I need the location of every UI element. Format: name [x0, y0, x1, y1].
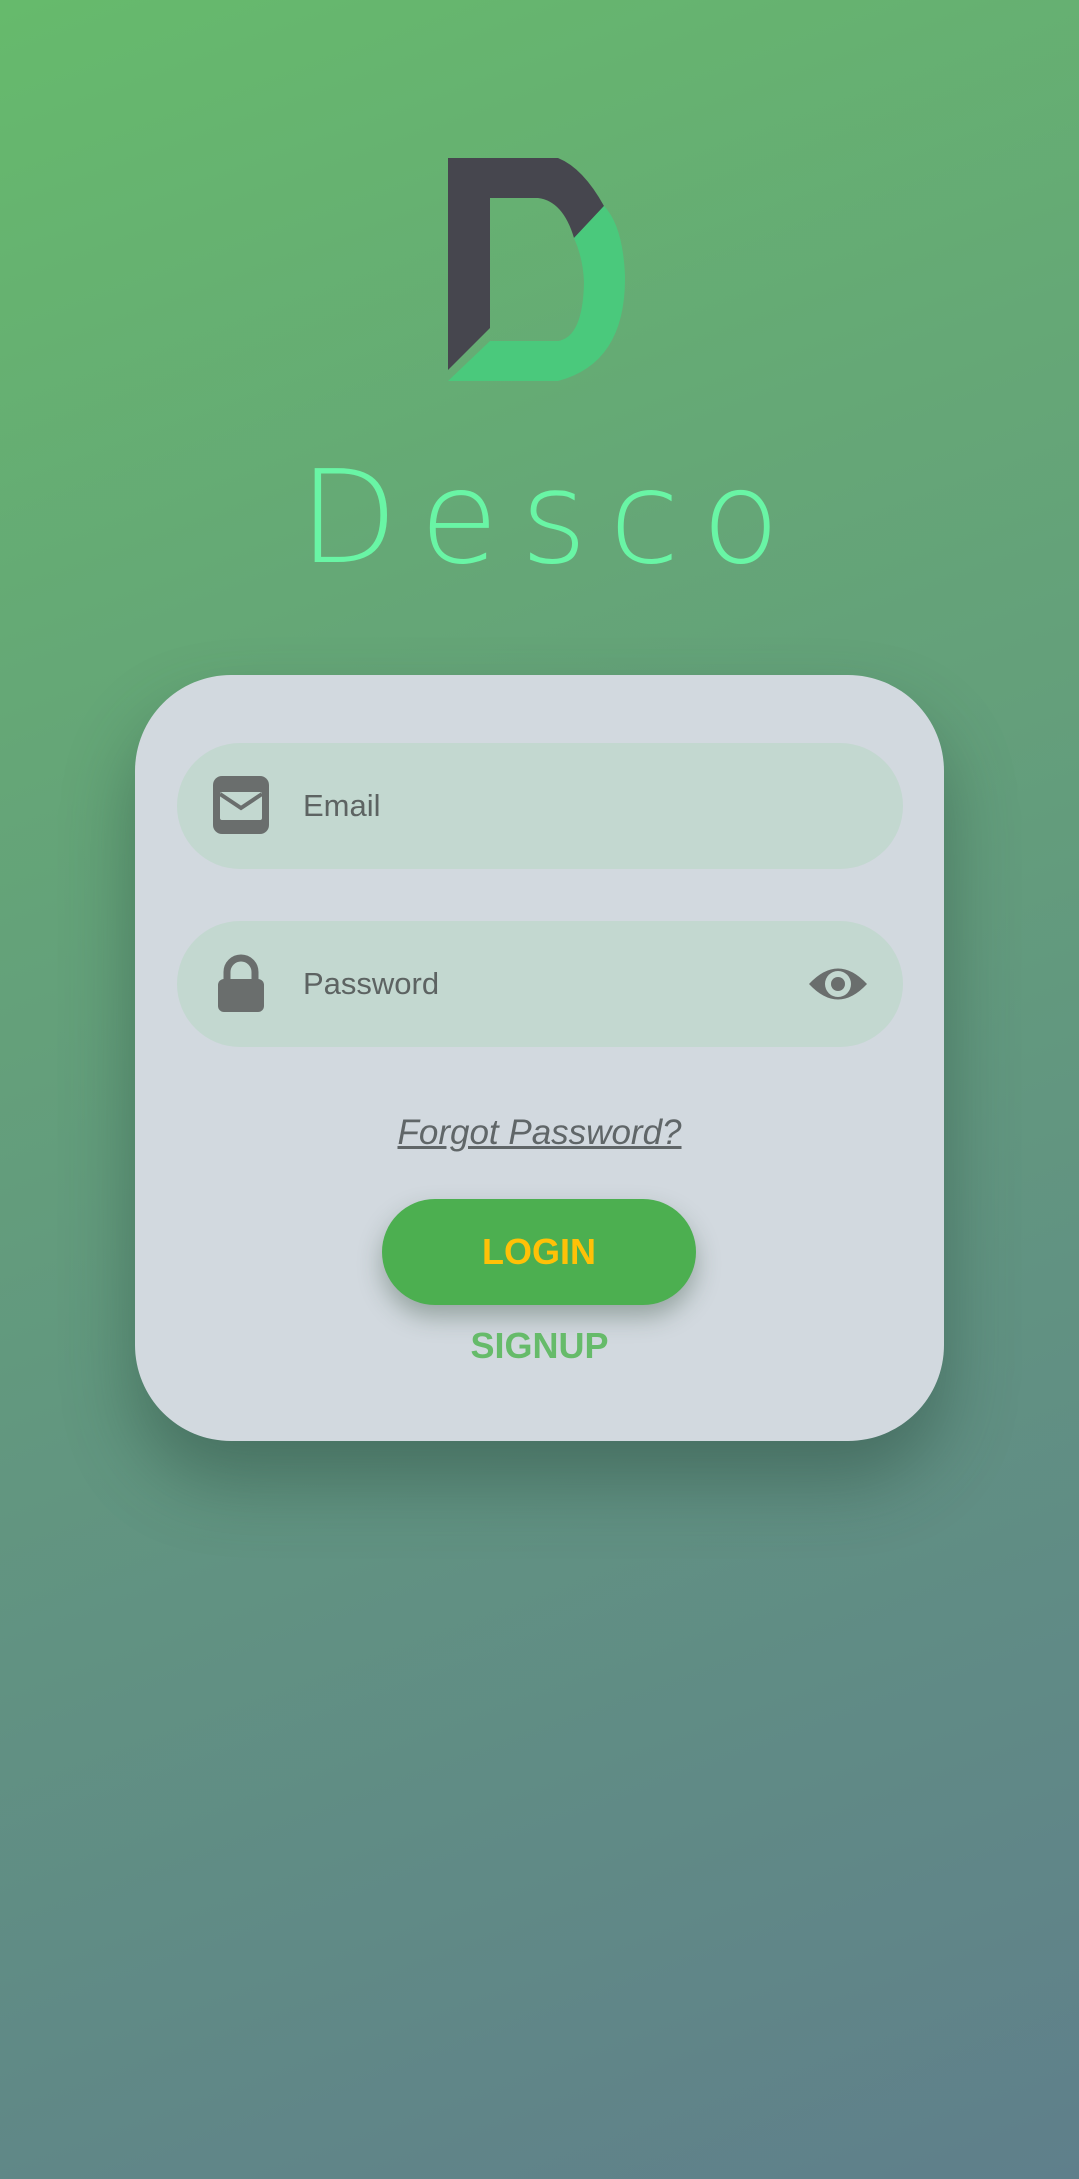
login-button[interactable]: LOGIN — [382, 1199, 696, 1305]
password-placeholder: Password — [303, 966, 440, 1001]
login-card: Email Password Forgot Password? LOGIN SI… — [135, 675, 944, 1441]
password-field[interactable]: Password — [177, 921, 903, 1047]
app-title: Desco — [299, 444, 802, 593]
forgot-password-link[interactable]: Forgot Password? — [135, 1113, 944, 1153]
lock-icon — [218, 954, 264, 1012]
email-placeholder: Email — [303, 788, 381, 823]
envelope-icon — [213, 776, 269, 834]
email-field[interactable]: Email — [177, 743, 903, 869]
desco-logo — [448, 158, 626, 381]
eye-icon[interactable] — [807, 959, 869, 1009]
signup-button[interactable]: SIGNUP — [135, 1325, 944, 1367]
